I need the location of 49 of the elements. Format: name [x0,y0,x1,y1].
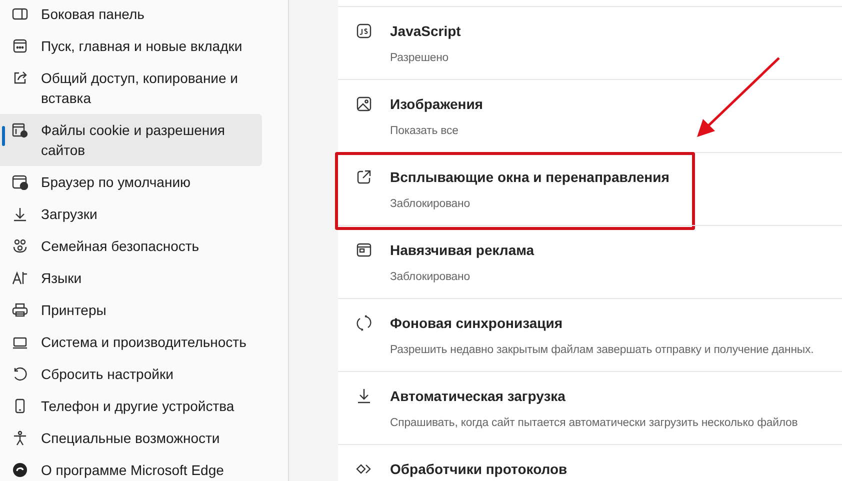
sidebar-item[interactable]: Языки [0,262,262,294]
permission-title: Фоновая синхронизация [390,314,564,333]
accessibility-icon [12,430,28,446]
permission-status: Заблокировано [390,270,471,285]
permission-row[interactable]: Фоновая синхронизация Разрешить недавно закрытым файлам завершать отправку и получение данных. [338,298,842,371]
printer-icon [12,302,28,318]
download-icon [12,206,28,222]
permission-title: Обработчики протоколов [390,460,568,479]
permission-row[interactable]: JavaScript Разрешено [338,6,842,79]
language-icon [12,270,28,286]
sidebar-item[interactable]: Загрузки [0,198,262,230]
sidebar-item[interactable]: Семейная безопасность [0,230,262,262]
cookie-settings-icon [12,122,28,138]
permission-row[interactable]: Обработчики протоколов [338,444,842,481]
permission-title: Изображения [390,95,483,114]
permission-status: Спрашивать, когда сайт пытается автоматически загрузить несколько файлов [390,416,798,431]
ad-window-icon [356,242,372,258]
permission-row[interactable]: Автоматическая загрузка Спрашивать, когда сайт пытается автоматически загрузить несколько файлов [338,371,842,444]
permission-status: Показать все [390,124,460,139]
permission-title: JavaScript [390,22,461,41]
permission-title: Автоматическая загрузка [390,387,566,406]
sidebar-item[interactable]: О программе Microsoft Edge [0,454,262,481]
sidebar-item[interactable]: Специальные возможности [0,422,262,454]
permission-title: Всплывающие окна и перенаправления [390,168,670,187]
reset-icon [12,366,28,382]
js-icon [356,23,372,39]
sidebar-item[interactable]: Браузер по умолчанию [0,166,262,198]
sync-icon [356,315,372,331]
sidebar-item[interactable]: Система и производительность [0,326,262,358]
permission-status: Заблокировано [390,197,471,212]
permission-status: Разрешить недавно закрытым файлам завершать отправку и получение данных. [390,343,814,358]
panel-icon [12,6,28,22]
sidebar-item[interactable]: Сбросить настройки [0,358,262,390]
sidebar-item[interactable]: Боковая панель [0,0,262,30]
sidebar-item[interactable]: Телефон и другие устройства [0,390,262,422]
sidebar-item[interactable]: Пуск, главная и новые вкладки [0,30,262,62]
permission-title: Навязчивая реклама [390,241,534,260]
download-icon [356,388,372,404]
sidebar-item[interactable]: Общий доступ, копирование и вставка [0,62,262,114]
sidebar-item[interactable]: Файлы cookie и разрешения сайтов [0,114,262,166]
window-icon [12,38,28,54]
sidebar-item[interactable]: Принтеры [0,294,262,326]
permission-row[interactable]: Всплывающие окна и перенаправления Заблокировано [338,152,842,225]
external-link-icon [356,169,372,185]
permission-row[interactable]: Навязчивая реклама Заблокировано [338,225,842,298]
permission-status: Разрешено [390,51,450,66]
image-icon [356,96,372,112]
share-icon [12,70,28,86]
family-icon [12,238,28,254]
